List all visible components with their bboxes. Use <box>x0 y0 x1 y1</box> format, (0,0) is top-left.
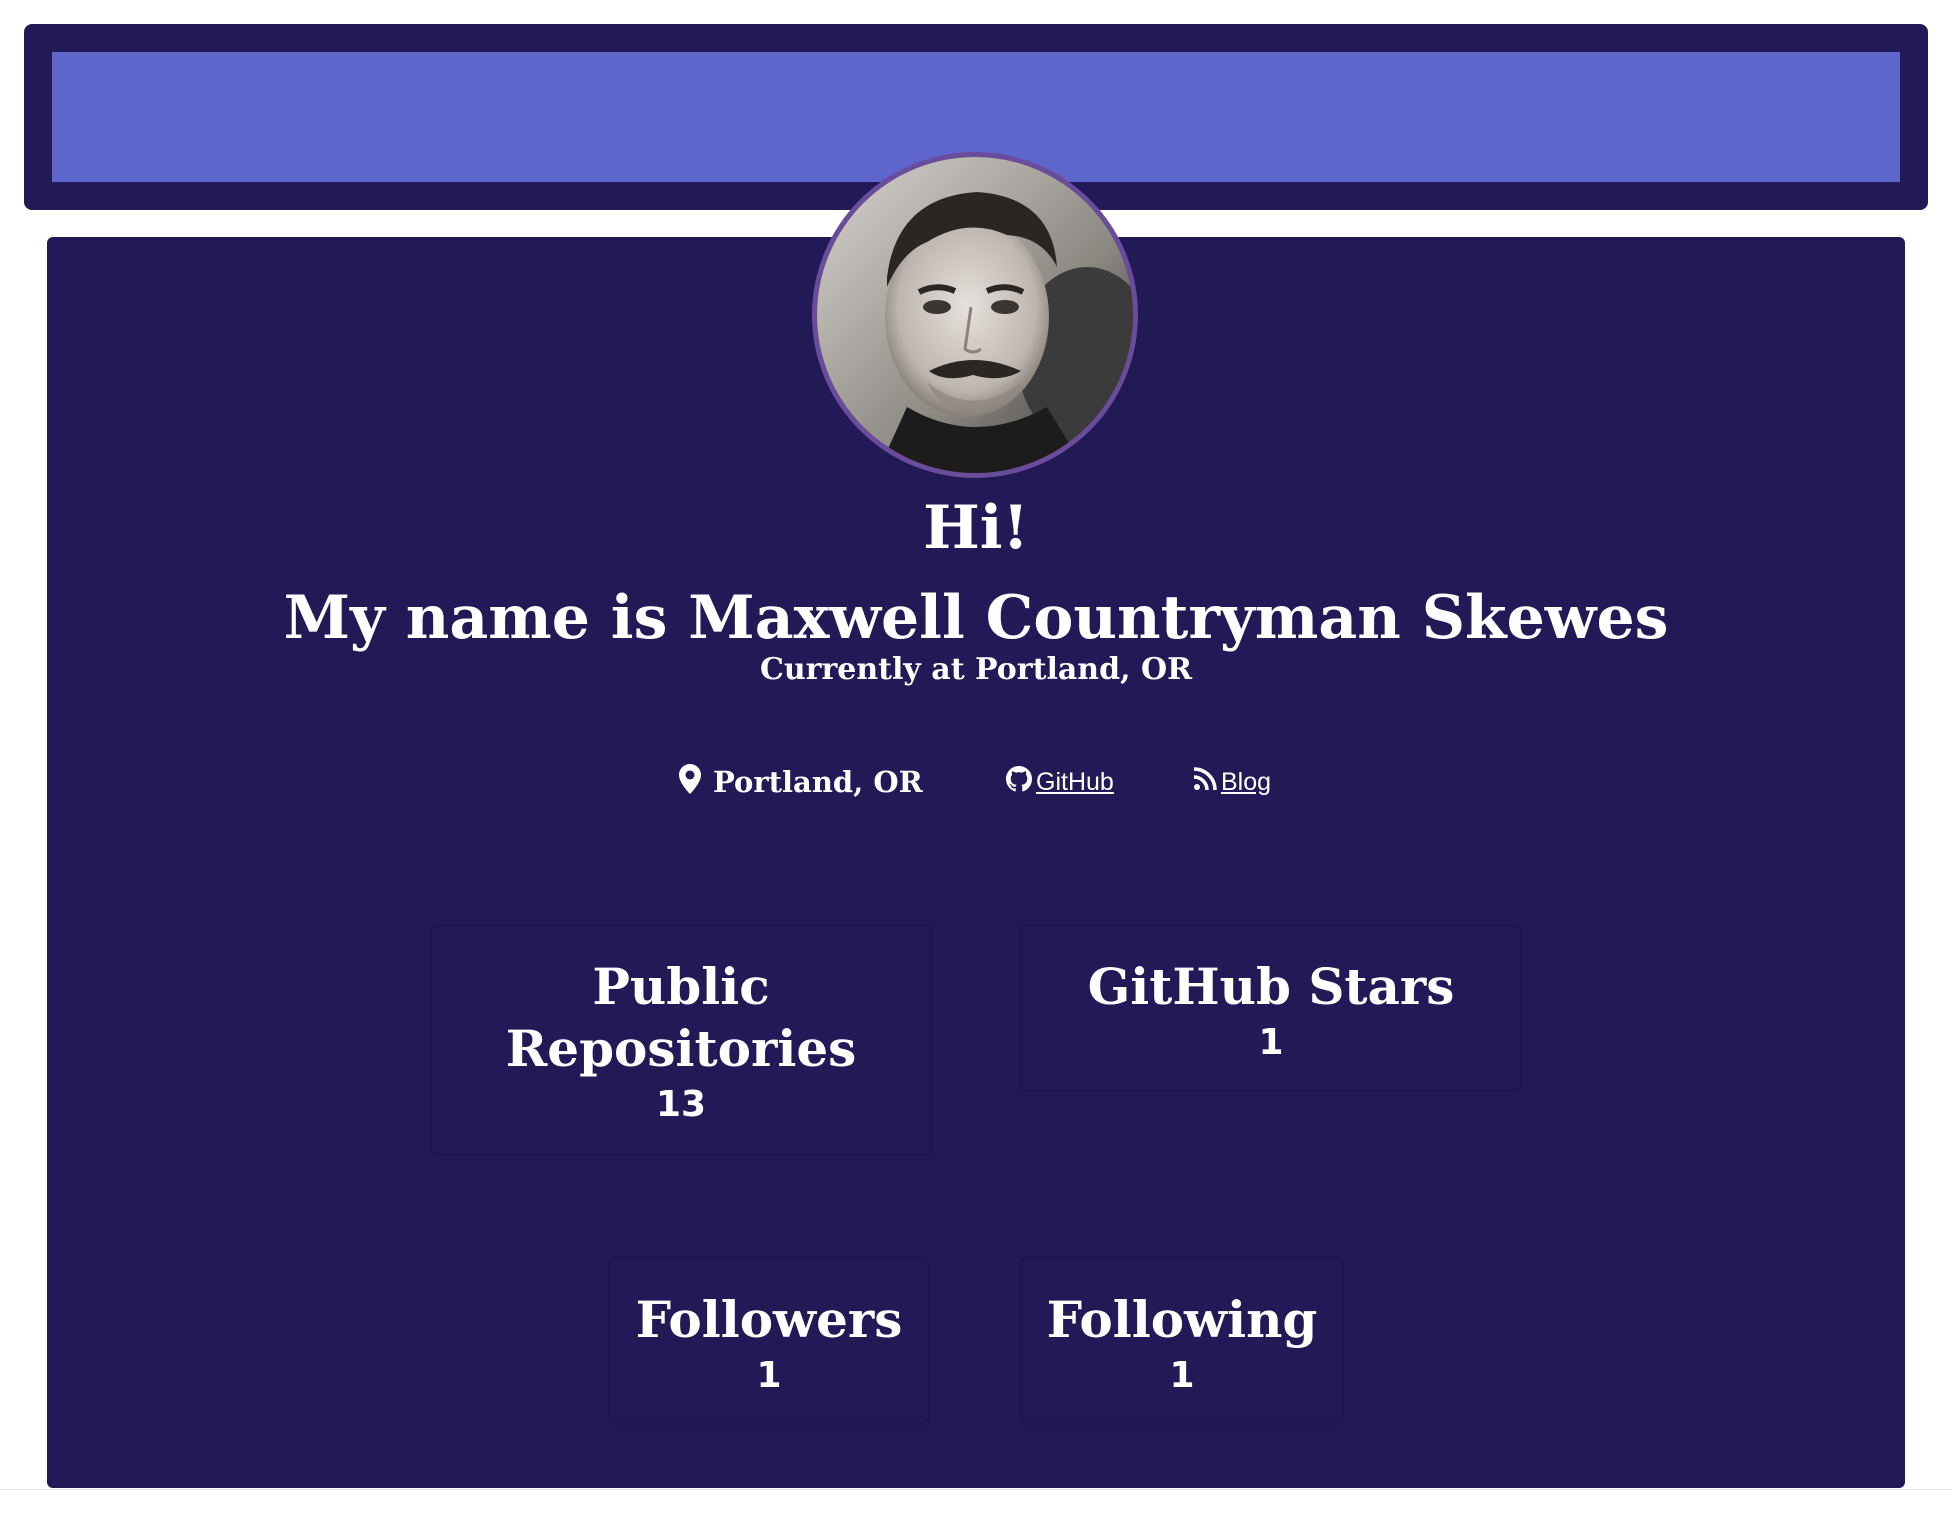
stat-label: Public Repositories <box>505 957 857 1078</box>
github-icon <box>1006 765 1036 799</box>
stat-label: Followers <box>635 1290 903 1349</box>
greeting-heading: Hi! <box>923 493 1029 563</box>
divider <box>0 1489 1952 1490</box>
location-info: Portland, OR <box>679 760 923 804</box>
info-row: Portland, OR GitHub Blog <box>47 760 1905 804</box>
stat-followers: Followers 1 <box>609 1258 929 1424</box>
stat-value: 13 <box>655 1084 707 1125</box>
avatar <box>812 152 1138 478</box>
blog-link-label: Blog <box>1221 767 1272 796</box>
location-text: Portland, OR <box>713 765 923 799</box>
github-link-label: GitHub <box>1036 767 1114 796</box>
stat-value: 1 <box>756 1355 782 1396</box>
stat-value: 1 <box>1258 1022 1284 1063</box>
stat-label: GitHub Stars <box>1087 957 1455 1016</box>
stat-github-stars: GitHub Stars 1 <box>1021 925 1521 1091</box>
rss-icon <box>1193 766 1221 798</box>
page: Hi! My name is Maxwell Countryman Skewes… <box>0 0 1952 1528</box>
current-location-subtitle: Currently at Portland, OR <box>759 652 1193 687</box>
avatar-photo <box>817 157 1133 473</box>
stat-value: 1 <box>1169 1355 1195 1396</box>
stat-public-repositories: Public Repositories 13 <box>431 925 931 1155</box>
blog-link[interactable]: Blog <box>1193 760 1271 804</box>
stat-label: Following <box>1046 1290 1318 1349</box>
map-pin-icon <box>679 763 705 801</box>
stat-following: Following 1 <box>1021 1258 1343 1424</box>
name-heading: My name is Maxwell Countryman Skewes <box>283 583 1669 653</box>
github-link[interactable]: GitHub <box>1006 760 1114 804</box>
